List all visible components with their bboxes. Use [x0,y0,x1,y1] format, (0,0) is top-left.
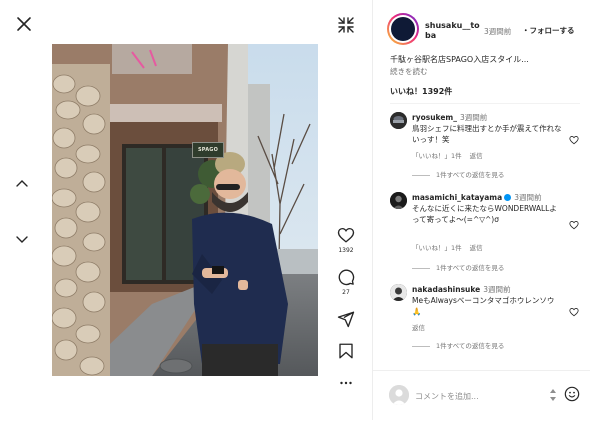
chevron-down-icon[interactable] [14,231,30,247]
post-time: 3週間前 [484,27,512,36]
heart-icon[interactable] [569,215,579,230]
read-more-link[interactable]: 続きを読む [390,66,428,77]
comment-composer [373,370,590,421]
post-header: shusaku__to ba 3週間前 ・フォローする [387,13,587,47]
emoji-icon[interactable] [564,386,580,402]
comment-item: masamichi_katayama 3週間前 そんなに近くに来たならWONDER… [390,192,580,274]
chevron-up-icon[interactable] [14,176,30,192]
collapse-icon[interactable] [336,15,356,35]
comment-icon[interactable] [337,268,355,286]
close-icon[interactable] [14,14,34,34]
likes-count[interactable]: いいね！1392件 [390,86,452,97]
comment-text: 鳥羽シェフに料理出すとか手が震えて作れないっす！笑 [412,124,562,144]
heart-icon[interactable] [337,226,355,244]
shop-sign: SPAGO [192,142,224,158]
commenter-username[interactable]: ryosukem_ 3週間前 [412,112,487,123]
comment-likes[interactable]: 「いいね！」1件 [412,244,462,252]
heart-icon[interactable] [569,130,579,145]
comment-count: 27 [342,289,350,296]
comment-item: nakadashinsuke 3週間前 MeもAlwaysベーコンタマゴホウレンソ… [390,284,580,354]
view-replies[interactable]: 1件すべての返信を見る [412,169,504,179]
more-action [334,374,358,392]
reply-button[interactable]: 返信 [470,244,483,252]
comment-likes[interactable]: 「いいね！」1件 [412,152,462,160]
view-replies[interactable]: 1件すべての返信を見る [412,262,504,272]
comment-meta: 「いいね！」1件 返信 [412,242,491,252]
like-action: 1392 [334,226,358,254]
bookmark-icon[interactable] [337,342,355,360]
commenter-avatar[interactable] [390,284,407,301]
post-caption: 千駄ヶ谷駅名店SPAGO入店スタイル... [390,55,529,64]
heart-icon[interactable] [569,302,579,317]
comment-item: ryosukem_ 3週間前 鳥羽シェフに料理出すとか手が震えて作れないっす！笑 … [390,112,580,182]
comment-text: そんなに近くに来たならWONDERWALLよって寄ってよ〜(=^▽^)σ [412,204,557,224]
like-count: 1392 [338,247,354,254]
follow-button[interactable]: ・フォローする [522,25,575,36]
commenter-avatar[interactable] [390,112,407,129]
bookmark-action [334,342,358,360]
commenter-avatar[interactable] [390,192,407,209]
share-icon[interactable] [337,310,355,328]
post-photo[interactable]: SPAGO [52,44,318,376]
author-username-cont[interactable]: ba [425,31,436,40]
reply-button[interactable]: 返信 [412,324,425,332]
comment-meta: 返信 [412,322,433,332]
media-viewer: SPAGO 1392 27 [0,0,372,420]
author-avatar[interactable] [387,13,419,45]
input-scroll-icon [549,385,557,405]
verified-icon [504,194,512,201]
divider [390,103,580,104]
comment-action: 27 [334,268,358,296]
more-icon[interactable] [337,374,355,392]
comment-meta: 「いいね！」1件 返信 [412,150,491,160]
commenter-username[interactable]: nakadashinsuke 3週間前 [412,284,511,295]
reply-button[interactable]: 返信 [470,152,483,160]
view-replies[interactable]: 1件すべての返信を見る [412,340,504,350]
commenter-username[interactable]: masamichi_katayama 3週間前 [412,192,541,203]
post-details: shusaku__to ba 3週間前 ・フォローする 千駄ヶ谷駅名店SPAGO… [373,0,590,421]
comment-text: MeもAlwaysベーコンタマゴホウレンソウ🙏 [412,296,555,316]
share-action [334,310,358,328]
current-user-avatar [389,385,409,405]
comment-input[interactable] [413,386,545,406]
